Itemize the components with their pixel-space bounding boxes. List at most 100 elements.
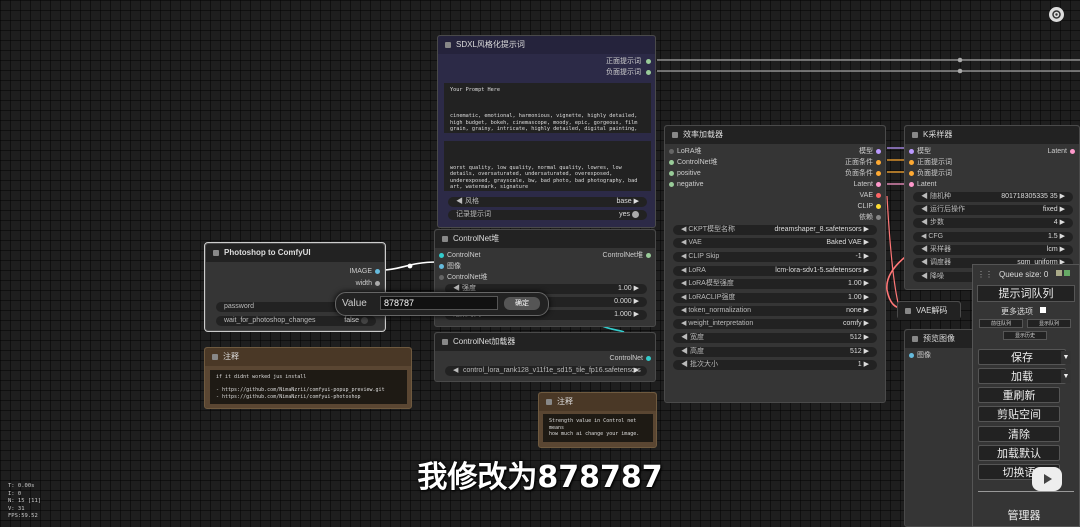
output-vae-label: VAE	[859, 192, 874, 199]
style-label: 风格	[464, 198, 479, 205]
note-node-install[interactable]: 注释 if it didnt worked jus install - http…	[204, 347, 412, 409]
output-clip-port[interactable]	[876, 203, 881, 209]
stat-v: V: 31	[8, 505, 25, 512]
save-dropdown-icon[interactable]: ▼	[1061, 351, 1071, 364]
end-value: 1.000	[614, 311, 632, 318]
style-value: base	[616, 198, 632, 205]
queue-prompt-button[interactable]: 提示词队列	[977, 285, 1075, 302]
more-options-checkbox[interactable]	[1040, 307, 1046, 313]
ckpt-select[interactable]: ◀ CKPT模型名称 dreamshaper_8.safetensors ▶	[673, 225, 877, 235]
drag-handle-icon[interactable]: ⋮⋮	[977, 270, 993, 279]
controlnet-loader-node[interactable]: ControlNet加载器 ControlNet ◀ control_lora_…	[434, 332, 656, 382]
stat-time: T: 0.00s	[8, 483, 35, 489]
settings-gear-icon[interactable]	[1049, 7, 1064, 22]
clipspace-button[interactable]: 剪贴空间	[978, 406, 1060, 422]
output-image-port[interactable]	[375, 268, 380, 274]
view-queue-button[interactable]: 前往队列	[979, 319, 1023, 328]
output-model-port[interactable]	[876, 148, 881, 154]
output-negative-label: 负面提示词	[606, 69, 642, 76]
input-controlnet-port[interactable]	[439, 252, 444, 258]
batch-size-widget[interactable]: ◀ 批次大小 1 ▶	[673, 360, 877, 370]
widget-value: 1.00	[848, 294, 862, 301]
widget-label: 步数	[929, 219, 944, 226]
widget-value: -1	[855, 253, 862, 260]
preview-input-image-port[interactable]	[909, 352, 914, 358]
show-history-button[interactable]: 显示历史	[1003, 331, 1047, 340]
show-queue-button[interactable]: 显示队列	[1027, 319, 1071, 328]
ks-input-model-port[interactable]	[909, 148, 914, 154]
widget-value: lcm-lora-sdv1-5.safetensors	[775, 267, 862, 274]
input-negative-port[interactable]	[669, 181, 674, 187]
output-latent-port[interactable]	[876, 181, 881, 187]
widget-value: 1	[857, 361, 862, 368]
value-input[interactable]	[380, 296, 498, 310]
confirm-button[interactable]: 确定	[504, 297, 540, 310]
load-dropdown-icon[interactable]: ▼	[1061, 370, 1071, 383]
lora-clip-strength-widget[interactable]: ◀ LoRACLIP强度 1.00 ▶	[673, 293, 877, 303]
save-button[interactable]: 保存	[978, 349, 1066, 365]
input-positive-port[interactable]	[669, 170, 674, 176]
output-positive-port[interactable]	[646, 58, 651, 64]
queue-expand-icon[interactable]	[1064, 270, 1070, 276]
input-lora-stack-port[interactable]	[669, 148, 674, 154]
widget-label: VAE	[688, 239, 702, 246]
weight-interpretation-select[interactable]: ◀ weight_interpretation comfy ▶	[673, 319, 877, 329]
stat-i: I: 0	[8, 490, 22, 497]
load-default-button[interactable]: 加载默认	[978, 445, 1060, 461]
input-controlnet-stack-port[interactable]	[439, 274, 444, 280]
ks-input-negative-port[interactable]	[909, 170, 914, 176]
width-widget[interactable]: ◀ 宽度 512 ▶	[673, 333, 877, 343]
style-select[interactable]: ◀ 风格 base ▶	[448, 197, 647, 207]
output-vae-port[interactable]	[876, 192, 881, 198]
ks-input-latent-port[interactable]	[909, 181, 914, 187]
output-positive-port[interactable]	[876, 159, 881, 165]
controlnet-loader-output-label: ControlNet	[609, 355, 643, 362]
ks-input-positive-port[interactable]	[909, 159, 914, 165]
render-stats: T: 0.00s I: 0 N: 15 [11] V: 31 FPS:59.52	[8, 483, 41, 521]
queue-settings-icon[interactable]	[1056, 270, 1062, 276]
output-negative-port[interactable]	[646, 69, 651, 75]
ks-input-latent-label: Latent	[917, 181, 937, 188]
vae-decode-node[interactable]: VAE解码	[897, 301, 961, 320]
cfg-widget[interactable]: ◀ CFG 1.5 ▶	[913, 232, 1073, 242]
widget-value: comfy	[843, 320, 862, 327]
output-negative-port[interactable]	[876, 170, 881, 176]
value-dialog[interactable]: Value 确定	[335, 292, 549, 316]
clip-skip-widget[interactable]: ◀ CLIP Skip -1 ▶	[673, 252, 877, 262]
note-node-strength[interactable]: 注释 Strength value in Control net means h…	[538, 392, 657, 448]
vae-select[interactable]: ◀ VAE Baked VAE ▶	[673, 238, 877, 248]
output-deps-port[interactable]	[876, 214, 881, 220]
note2-text[interactable]: Strength value in Control net means how …	[543, 414, 653, 442]
input-image-port[interactable]	[439, 263, 444, 269]
load-button[interactable]: 加载	[978, 368, 1066, 384]
sampler-select[interactable]: ◀ 采样器 lcm ▶	[913, 245, 1073, 255]
controlnet-model-select[interactable]: ◀ control_lora_rank128_v11f1e_sd15_tile_…	[445, 366, 647, 376]
log-prompt-toggle[interactable]: 记录提示词 yes	[448, 210, 647, 220]
seed-widget[interactable]: ◀ 随机种 801718305335 35 ▶	[913, 192, 1073, 202]
controlnet-loader-output-port[interactable]	[646, 355, 651, 361]
log-prompt-value: yes	[619, 211, 631, 218]
height-widget[interactable]: ◀ 高度 512 ▶	[673, 347, 877, 357]
output-controlnet-stack-port[interactable]	[646, 252, 651, 258]
video-subtitle: 我修改为878787	[417, 460, 663, 495]
photoshop-to-comfyui-node[interactable]: Photoshop to ComfyUI IMAGE width passwor…	[204, 242, 386, 332]
steps-widget[interactable]: ◀ 步数 4 ▶	[913, 218, 1073, 228]
sdxl-style-prompt-node[interactable]: SDXL风格化提示词 正面提示词 负面提示词 Your Prompt Here …	[437, 35, 656, 228]
manager-button[interactable]: 管理器	[978, 508, 1070, 524]
note1-text[interactable]: if it didnt worked jus install - https:/…	[210, 370, 407, 404]
positive-prompt-textarea[interactable]: Your Prompt Here cinematic, emotional, h…	[444, 83, 651, 133]
negative-prompt-textarea[interactable]: worst quality, low quality, normal quali…	[444, 141, 651, 191]
ks-output-latent-port[interactable]	[1070, 148, 1075, 154]
wait-for-changes-toggle[interactable]: wait_for_photoshop_changes false	[216, 316, 376, 326]
output-width-port[interactable]	[375, 280, 380, 286]
clear-button[interactable]: 清除	[978, 426, 1060, 442]
input-controlnet-stack-port[interactable]	[669, 159, 674, 165]
lora-select[interactable]: ◀ LoRA lcm-lora-sdv1-5.safetensors ▶	[673, 266, 877, 276]
efficiency-loader-node[interactable]: 效率加载器 LoRA堆 ControlNet堆 positive negativ…	[664, 125, 886, 403]
panel-divider	[978, 491, 1074, 492]
lora-model-strength-widget[interactable]: ◀ LoRA模型强度 1.00 ▶	[673, 279, 877, 289]
refresh-button[interactable]: 重刷新	[978, 387, 1060, 403]
control-after-generate-select[interactable]: ◀ 运行后操作 fixed ▶	[913, 205, 1073, 215]
preview-input-image-label: 图像	[917, 352, 931, 359]
token-normalization-select[interactable]: ◀ token_normalization none ▶	[673, 306, 877, 316]
